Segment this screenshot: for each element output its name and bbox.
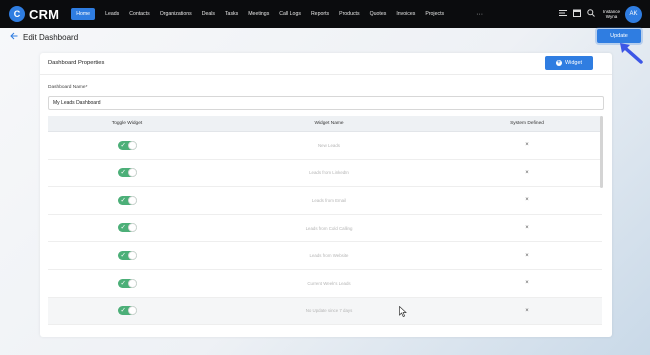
add-widget-label: Widget — [564, 60, 583, 66]
dashboard-name-input[interactable]: My Leads Dashboard — [48, 96, 604, 110]
nav-item-call-logs[interactable]: Call Logs — [279, 11, 301, 17]
user-name-line2: Wyna — [605, 14, 618, 19]
search-icon[interactable] — [587, 9, 595, 19]
nav-item-leads[interactable]: Leads — [105, 11, 119, 17]
nav-item-projects[interactable]: Projects — [425, 11, 444, 17]
nav-item-home[interactable]: Home — [71, 8, 96, 20]
main-nav: Home Leads Contacts Organizations Deals … — [71, 8, 483, 20]
table-row: ✓ Leads from Email × — [48, 187, 602, 215]
toggle-knob — [127, 306, 137, 316]
widget-toggle[interactable]: ✓ — [117, 306, 137, 316]
check-icon: ✓ — [120, 251, 126, 259]
toggle-knob — [127, 223, 137, 233]
check-icon: ✓ — [120, 279, 126, 287]
toggle-knob — [127, 250, 137, 260]
check-icon: ✓ — [120, 307, 126, 315]
table-row: ✓ Leads from Website × — [48, 242, 602, 270]
toggle-knob — [127, 140, 137, 150]
toggle-knob — [127, 195, 137, 205]
toggle-knob — [127, 168, 137, 178]
table-row: ✓ Current Week's Leads × — [48, 270, 602, 298]
nav-item-tasks[interactable]: Tasks — [225, 11, 238, 17]
table-row: ✓ No Update since 7 days × — [48, 297, 602, 326]
widget-toggle[interactable]: ✓ — [117, 223, 137, 233]
table-row: ✓ Leads from LinkedIn × — [48, 160, 602, 188]
cross-icon: × — [525, 280, 529, 287]
user-name[interactable]: Instance Wyna — [603, 9, 620, 19]
cross-icon: × — [525, 197, 529, 204]
nav-item-contacts[interactable]: Contacts — [129, 11, 149, 17]
widget-toggle[interactable]: ✓ — [117, 140, 137, 150]
card-title: Dashboard Properties — [48, 60, 105, 66]
nav-item-quotes[interactable]: Quotes — [370, 11, 387, 17]
check-icon: ✓ — [120, 196, 126, 204]
dashboard-name-label: Dashboard Name* — [48, 85, 88, 90]
cross-icon: × — [525, 252, 529, 259]
column-header-toggle: Toggle Widget — [111, 121, 143, 126]
widget-name: Leads from LinkedIn — [309, 170, 349, 176]
update-button[interactable]: Update — [597, 29, 641, 43]
column-header-system-defined: System Defined — [510, 121, 544, 126]
widget-name: Current Week's Leads — [307, 280, 351, 286]
list-icon[interactable] — [558, 9, 567, 19]
widgets-table: Toggle Widget Widget Name System Defined… — [48, 116, 602, 326]
table-header: Toggle Widget Widget Name System Defined — [48, 116, 602, 132]
check-icon: ✓ — [120, 224, 126, 232]
column-header-widget-name: Widget Name — [314, 121, 344, 126]
check-icon: ✓ — [120, 169, 126, 177]
widget-name: No Update since 7 days — [305, 308, 353, 314]
widget-toggle[interactable]: ✓ — [117, 250, 137, 260]
dashboard-properties-card: Dashboard Properties + Widget Dashboard … — [40, 53, 612, 337]
card-header: Dashboard Properties + Widget — [40, 53, 612, 75]
pointer-arrow-icon — [620, 43, 643, 64]
widget-name: Leads from Email — [311, 197, 347, 203]
more-menu-icon[interactable]: ··· — [476, 11, 483, 18]
header-actions: Instance Wyna AK — [558, 0, 642, 28]
cross-icon: × — [525, 225, 529, 232]
page-header: Edit Dashboard — [10, 30, 78, 44]
nav-item-organizations[interactable]: Organizations — [160, 11, 192, 17]
nav-item-products[interactable]: Products — [339, 11, 359, 17]
cross-icon: × — [525, 307, 529, 314]
widget-name: Leads from Website — [309, 253, 349, 259]
logo-text: CRM — [29, 6, 60, 22]
avatar[interactable]: AK — [625, 5, 642, 23]
nav-item-deals[interactable]: Deals — [202, 11, 215, 17]
check-icon: ✓ — [120, 141, 126, 149]
widget-toggle[interactable]: ✓ — [117, 195, 137, 205]
table-scrollbar[interactable] — [600, 116, 603, 188]
calendar-icon[interactable] — [572, 9, 581, 19]
top-navbar: C CRM Home Leads Contacts Organizations … — [0, 0, 650, 28]
nav-item-invoices[interactable]: Invoices — [396, 11, 415, 17]
toggle-knob — [127, 278, 137, 288]
app-logo[interactable]: C CRM — [9, 6, 59, 22]
back-arrow-icon[interactable] — [10, 32, 18, 42]
widget-name: Leads from Cold Calling — [305, 225, 353, 231]
cross-icon: × — [525, 169, 529, 176]
nav-item-reports[interactable]: Reports — [311, 11, 329, 17]
table-row: ✓ Leads from Cold Calling × — [48, 215, 602, 243]
add-widget-button[interactable]: + Widget — [545, 56, 593, 70]
plus-icon: + — [555, 60, 562, 66]
page-title: Edit Dashboard — [23, 32, 79, 42]
widget-toggle[interactable]: ✓ — [117, 168, 137, 178]
table-row: ✓ New Leads × — [48, 132, 602, 160]
widget-toggle[interactable]: ✓ — [117, 278, 137, 288]
mouse-cursor-icon — [399, 306, 407, 317]
cross-icon: × — [525, 142, 529, 149]
nav-item-meetings[interactable]: Meetings — [248, 11, 269, 17]
widget-name: New Leads — [318, 142, 340, 148]
logo-icon: C — [9, 6, 25, 22]
